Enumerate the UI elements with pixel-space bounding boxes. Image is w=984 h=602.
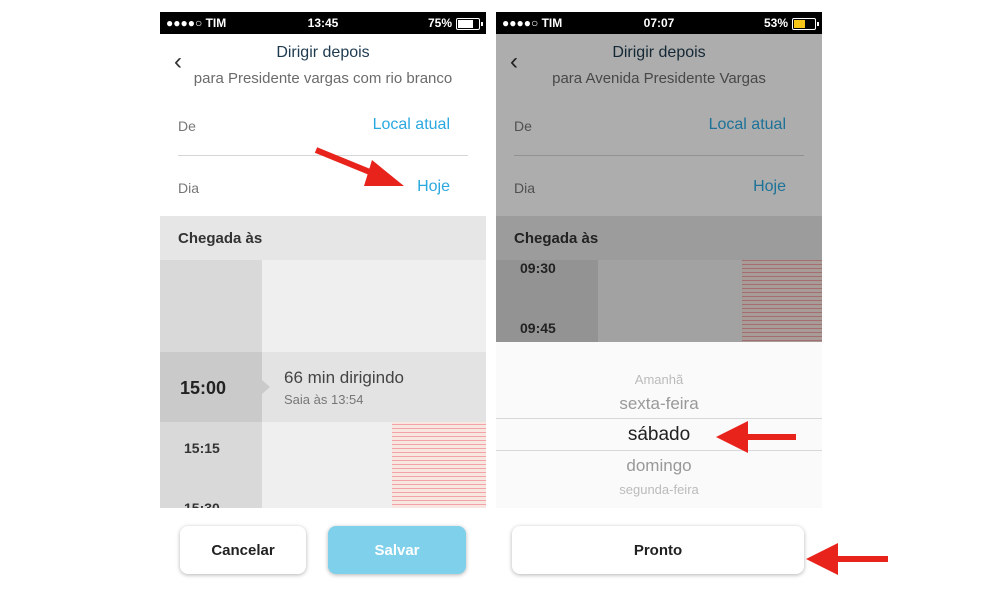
picker-option[interactable]: sexta-feira: [496, 394, 822, 414]
save-button[interactable]: Salvar: [328, 526, 466, 574]
status-bar: ●●●●○ TIM 07:07 53%: [496, 12, 822, 34]
pointer-icon: [262, 380, 270, 394]
picker-option[interactable]: domingo: [496, 456, 822, 476]
day-picker[interactable]: Amanhã sexta-feira sábado domingo segund…: [496, 342, 822, 508]
battery-percent: 75%: [427, 16, 452, 30]
picker-option[interactable]: Amanhã: [496, 372, 822, 387]
departure-time: Saia às 13:54: [284, 392, 364, 407]
from-label: De: [178, 118, 196, 134]
time-slot[interactable]: 15:15: [184, 440, 220, 456]
section-header: Chegada às: [160, 216, 486, 260]
selected-time-row[interactable]: 15:00 66 min dirigindo Saia às 13:54: [160, 352, 486, 422]
action-bar: Pronto: [496, 508, 822, 590]
dim-overlay: [496, 34, 822, 342]
phone-screen-right: ●●●●○ TIM 07:07 53% ‹ Dirigir depois par…: [496, 12, 822, 590]
day-row[interactable]: Dia Hoje: [160, 158, 486, 218]
battery-percent: 53%: [763, 16, 788, 30]
from-value[interactable]: Local atual: [373, 116, 450, 134]
drive-duration: 66 min dirigindo: [284, 368, 405, 387]
status-bar: ●●●●○ TIM 13:45 75%: [160, 12, 486, 34]
day-label: Dia: [178, 180, 200, 196]
from-row[interactable]: De Local atual: [160, 96, 486, 156]
annotation-layer: [314, 147, 888, 575]
picker-selected-option[interactable]: sábado: [496, 424, 822, 446]
nav-header: ‹ Dirigir depois para Presidente vargas …: [160, 34, 486, 96]
action-bar: Cancelar Salvar: [160, 508, 486, 590]
battery-icon: [456, 18, 483, 30]
divider: [178, 155, 468, 156]
destination-subtitle: para Presidente vargas com rio branco: [193, 70, 453, 87]
battery-icon: [792, 18, 819, 30]
selected-time: 15:00: [180, 378, 227, 398]
picker-option[interactable]: segunda-feira: [496, 482, 822, 497]
time-slot[interactable]: 15:30: [184, 500, 220, 508]
section-title: Chegada às: [178, 230, 263, 247]
page-title: Dirigir depois: [276, 44, 370, 61]
day-value[interactable]: Hoje: [417, 178, 450, 196]
cancel-button[interactable]: Cancelar: [180, 526, 306, 574]
arrival-timeline[interactable]: 15:00 66 min dirigindo Saia às 13:54 15:…: [160, 260, 486, 508]
phone-screen-left: ●●●●○ TIM 13:45 75% ‹ Dirigir depois par…: [160, 12, 486, 590]
done-button[interactable]: Pronto: [512, 526, 804, 574]
